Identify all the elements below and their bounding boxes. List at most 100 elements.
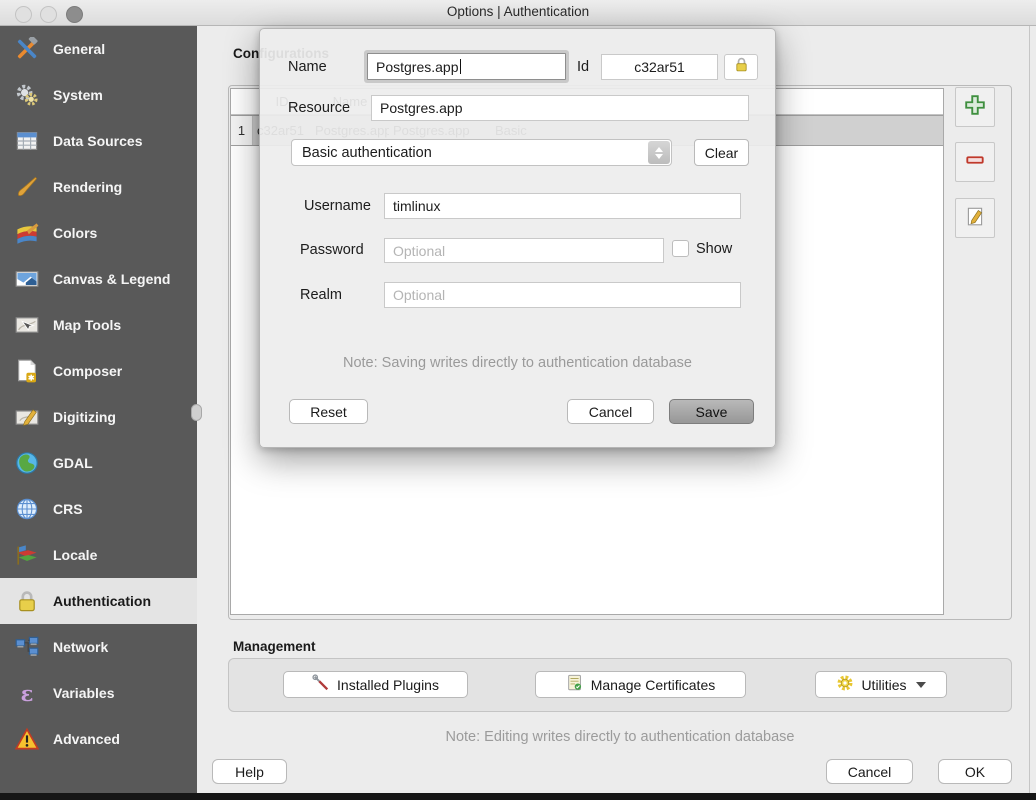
sidebar-item-label: Rendering xyxy=(53,179,122,195)
cancel-button[interactable]: Cancel xyxy=(826,759,913,784)
help-button[interactable]: Help xyxy=(212,759,287,784)
epsilon-icon: ε xyxy=(14,680,40,706)
select-stepper-icon xyxy=(648,141,670,164)
clear-button[interactable]: Clear xyxy=(694,139,749,166)
resource-value: Postgres.app xyxy=(380,100,463,116)
reset-button[interactable]: Reset xyxy=(289,399,368,424)
sidebar-item-locale[interactable]: Locale xyxy=(0,532,197,578)
sidebar-item-label: Colors xyxy=(53,225,97,241)
plus-icon xyxy=(964,94,986,121)
ok-label: OK xyxy=(965,764,985,780)
resource-input[interactable]: Postgres.app xyxy=(371,95,749,121)
sidebar-item-label: CRS xyxy=(53,501,83,517)
sidebar-item-label: GDAL xyxy=(53,455,93,471)
sidebar-item-label: Map Tools xyxy=(53,317,121,333)
utilities-label: Utilities xyxy=(861,677,906,693)
sidebar-item-label: Advanced xyxy=(53,731,120,747)
text-caret xyxy=(460,59,461,74)
edit-configuration-button[interactable] xyxy=(955,198,995,238)
gears-icon xyxy=(14,82,40,108)
installed-plugins-button[interactable]: Installed Plugins xyxy=(283,671,468,698)
sidebar-item-label: Authentication xyxy=(53,593,151,609)
row-number-cell: 1 xyxy=(231,116,253,145)
sidebar-item-rendering[interactable]: Rendering xyxy=(0,164,197,210)
username-input[interactable]: timlinux xyxy=(384,193,741,219)
map-pencil-icon xyxy=(14,404,40,430)
sidebar-item-label: Locale xyxy=(53,547,97,563)
username-label: Username xyxy=(304,198,371,214)
chevron-down-icon xyxy=(916,682,926,688)
manage-certificates-button[interactable]: Manage Certificates xyxy=(535,671,746,698)
lock-icon xyxy=(14,588,40,614)
certificate-icon xyxy=(566,674,584,695)
sidebar-item-label: General xyxy=(53,41,105,57)
map-cursor-icon xyxy=(14,312,40,338)
clear-label: Clear xyxy=(705,145,738,161)
id-value: c32ar51 xyxy=(634,59,685,75)
show-password-checkbox[interactable] xyxy=(672,240,689,257)
canvas-icon xyxy=(14,266,40,292)
brush-icon xyxy=(14,174,40,200)
auth-method-value: Basic authentication xyxy=(302,145,432,161)
dialog-cancel-label: Cancel xyxy=(589,404,633,420)
sidebar-item-label: Network xyxy=(53,639,108,655)
name-input[interactable]: Postgres.app xyxy=(367,53,566,80)
realm-placeholder: Optional xyxy=(393,287,445,303)
sidebar-item-label: Data Sources xyxy=(53,133,142,149)
sidebar-item-label: Variables xyxy=(53,685,115,701)
sidebar-item-colors[interactable]: Colors xyxy=(0,210,197,256)
save-button[interactable]: Save xyxy=(669,399,754,424)
manage-certificates-label: Manage Certificates xyxy=(591,677,716,693)
sidebar-item-data-sources[interactable]: Data Sources xyxy=(0,118,197,164)
realm-input[interactable]: Optional xyxy=(384,282,741,308)
name-label: Name xyxy=(288,59,327,75)
sidebar-item-label: Canvas & Legend xyxy=(53,271,170,287)
network-icon xyxy=(14,634,40,660)
id-field: c32ar51 xyxy=(601,54,718,80)
sidebar-item-authentication[interactable]: Authentication xyxy=(0,578,197,624)
sidebar-item-canvas-legend[interactable]: Canvas & Legend xyxy=(0,256,197,302)
sidebar-item-digitizing[interactable]: Digitizing xyxy=(0,394,197,440)
screen-bottom-edge xyxy=(0,793,1036,800)
help-label: Help xyxy=(235,764,264,780)
dialog-cancel-button[interactable]: Cancel xyxy=(567,399,654,424)
password-input[interactable]: Optional xyxy=(384,238,664,263)
id-lock-button[interactable] xyxy=(724,54,758,80)
resource-label: Resource xyxy=(288,100,350,116)
id-label: Id xyxy=(577,59,589,75)
sidebar-item-advanced[interactable]: Advanced xyxy=(0,716,197,762)
sidebar-item-variables[interactable]: ε Variables xyxy=(0,670,197,716)
sidebar-item-label: Digitizing xyxy=(53,409,116,425)
options-sidebar: General System Data Sources Rendering Co… xyxy=(0,26,197,800)
realm-label: Realm xyxy=(300,287,342,303)
sidebar-item-crs[interactable]: CRS xyxy=(0,486,197,532)
pencil-icon xyxy=(964,205,986,232)
warning-icon xyxy=(14,726,40,752)
password-label: Password xyxy=(300,242,364,258)
tools-icon xyxy=(14,36,40,62)
add-configuration-button[interactable] xyxy=(955,87,995,127)
utilities-button[interactable]: Utilities xyxy=(815,671,947,698)
globe-icon xyxy=(14,450,40,476)
remove-configuration-button[interactable] xyxy=(955,142,995,182)
sidebar-item-network[interactable]: Network xyxy=(0,624,197,670)
sidebar-splitter-handle[interactable] xyxy=(191,404,202,421)
cancel-label: Cancel xyxy=(848,764,892,780)
ok-button[interactable]: OK xyxy=(938,759,1012,784)
auth-method-select[interactable]: Basic authentication xyxy=(291,139,672,166)
sidebar-item-general[interactable]: General xyxy=(0,26,197,72)
gear-icon xyxy=(836,674,854,695)
show-label: Show xyxy=(696,241,732,257)
sidebar-item-system[interactable]: System xyxy=(0,72,197,118)
minus-icon xyxy=(964,149,986,176)
editing-note: Note: Editing writes directly to authent… xyxy=(228,729,1012,745)
authentication-config-dialog: Name Postgres.app Id c32ar51 Resource Po… xyxy=(259,28,776,448)
sidebar-item-map-tools[interactable]: Map Tools xyxy=(0,302,197,348)
wrench-icon xyxy=(312,674,330,695)
sidebar-item-composer[interactable]: Composer xyxy=(0,348,197,394)
palette-icon xyxy=(14,220,40,246)
sidebar-item-gdal[interactable]: GDAL xyxy=(0,440,197,486)
name-value: Postgres.app xyxy=(376,59,459,75)
lock-icon xyxy=(733,56,750,78)
sidebar-item-label: System xyxy=(53,87,103,103)
